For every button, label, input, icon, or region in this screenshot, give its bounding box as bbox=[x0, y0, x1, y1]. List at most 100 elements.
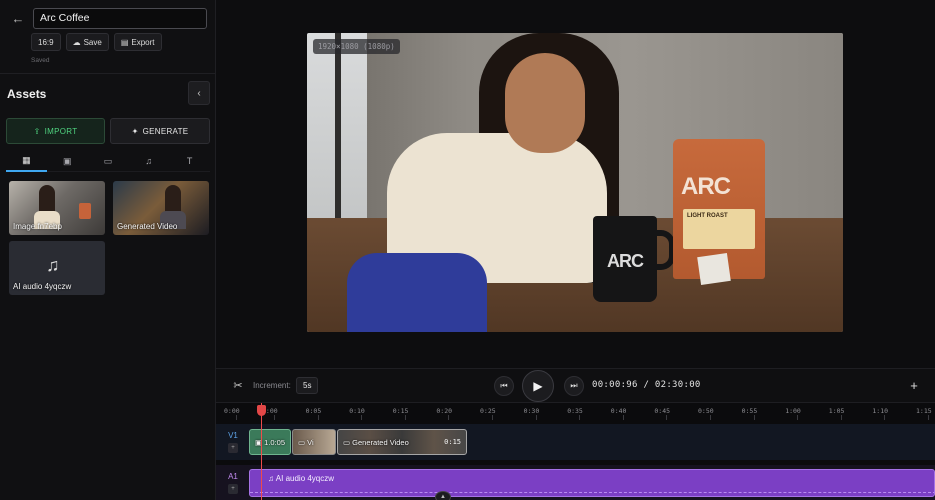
image-icon: ▣ bbox=[255, 438, 265, 447]
tab-images[interactable]: ▣ bbox=[46, 151, 88, 172]
asset-image-card[interactable]: Image fn7ebp bbox=[9, 181, 105, 235]
ruler-tick-label: 1:00 bbox=[785, 407, 801, 415]
ruler-tick-mark bbox=[404, 415, 406, 420]
ruler-tick-label: 1:05 bbox=[828, 407, 845, 415]
mug-logo-text: ARC bbox=[607, 251, 644, 271]
scene-person-face bbox=[505, 53, 585, 153]
track-header-a1: A1 + bbox=[222, 465, 244, 500]
ruler-tick-mark bbox=[361, 415, 363, 420]
ruler-tick-label: 1:15 bbox=[916, 407, 932, 415]
ruler-tick-label: 0:50 bbox=[698, 407, 714, 415]
playhead-line bbox=[261, 403, 262, 500]
timeline-clip-generated-video[interactable]: ▭ Generated Video 0:15 bbox=[337, 429, 467, 455]
track-name: A1 bbox=[228, 472, 238, 481]
add-to-track-icon[interactable]: + bbox=[228, 443, 238, 453]
skip-forward-icon: ⏭ bbox=[570, 381, 578, 390]
scene-sachet bbox=[697, 253, 731, 285]
ruler-tick-label: 0:05 bbox=[305, 407, 322, 415]
asset-label: AI audio 4yqczw bbox=[13, 282, 72, 291]
scene-mug-handle bbox=[653, 230, 675, 270]
play-icon: ▶ bbox=[533, 379, 543, 393]
audio-waveform bbox=[250, 492, 934, 493]
timeline-scroll-handle-icon[interactable]: ▲ bbox=[435, 491, 451, 500]
timeline-clip-video[interactable]: ▭ Vi bbox=[292, 429, 336, 455]
clip-label: ▭ Generated Video bbox=[343, 438, 409, 447]
skip-back-button[interactable]: ⏮ bbox=[494, 376, 514, 396]
bag-logo-text: ARC bbox=[681, 173, 731, 200]
audio-clip-label-text: AI audio 4yqczw bbox=[275, 474, 335, 483]
video-icon: ▭ bbox=[103, 155, 113, 166]
zoom-in-plus-icon[interactable]: + bbox=[906, 377, 922, 393]
save-button[interactable]: ☁ Save bbox=[65, 33, 109, 51]
ruler-tick-label: 0:00 bbox=[224, 407, 240, 415]
assets-heading: Assets bbox=[7, 87, 47, 101]
ruler-tick-mark bbox=[884, 415, 886, 420]
audio-clip-label: ♫ AI audio 4yqczw bbox=[268, 474, 334, 483]
split-scissors-icon[interactable]: ✂ bbox=[230, 377, 246, 393]
tab-audio[interactable]: ♫ bbox=[128, 151, 170, 172]
ruler-tick-label: 0:55 bbox=[741, 407, 758, 415]
ruler-tick-mark bbox=[448, 415, 450, 420]
generate-label: GENERATE bbox=[142, 126, 189, 136]
ruler-tick-label: 1:10 bbox=[872, 407, 889, 415]
import-label: IMPORT bbox=[44, 126, 78, 136]
video-icon: ▭ bbox=[343, 438, 353, 447]
increment-label: Increment: bbox=[253, 381, 291, 390]
timeline[interactable]: 0:00 0:00 0:05 0:10 0:15 0:20 0:25 0:30 0:35 0:40… bbox=[216, 402, 935, 500]
tab-videos[interactable]: ▭ bbox=[87, 151, 129, 172]
tab-all[interactable]: ▦ bbox=[6, 151, 47, 172]
ruler-tick-mark bbox=[274, 415, 275, 420]
bag-label-text: LIGHT ROAST bbox=[687, 213, 728, 219]
project-title-input[interactable] bbox=[33, 7, 207, 29]
project-toolbar: 16:9 ☁ Save ▤ Export bbox=[31, 33, 162, 51]
timecode: 00:00:96 / 02:30:00 bbox=[592, 380, 701, 390]
video-preview-canvas[interactable]: ARC ARC LIGHT ROAST 1920×1080 (1080p) bbox=[307, 33, 843, 332]
ruler-tick-mark bbox=[710, 415, 711, 420]
music-note-icon: ♫ bbox=[46, 255, 60, 275]
clip-label: ▭ Vi bbox=[298, 438, 314, 447]
add-to-track-icon[interactable]: + bbox=[228, 484, 238, 494]
ruler-tick-label: 0:35 bbox=[567, 407, 583, 415]
skip-back-icon: ⏮ bbox=[500, 381, 508, 390]
asset-audio-card[interactable]: ♫ AI audio 4yqczw bbox=[9, 241, 105, 295]
back-arrow-icon[interactable]: ← bbox=[8, 8, 28, 28]
generate-button[interactable]: ✦ GENERATE bbox=[110, 118, 210, 144]
ruler-tick-label: 0:30 bbox=[523, 407, 540, 415]
time-ruler[interactable]: 0:00 0:00 0:05 0:10 0:15 0:20 0:25 0:30 0:35 0:40… bbox=[216, 403, 935, 420]
asset-video-card[interactable]: Generated Video bbox=[113, 181, 209, 235]
skip-forward-button[interactable]: ⏭ bbox=[564, 376, 584, 396]
increment-select[interactable]: 5s bbox=[296, 377, 319, 394]
ruler-tick-mark bbox=[579, 415, 581, 420]
save-label: Save bbox=[83, 37, 102, 47]
ruler-tick-mark bbox=[236, 415, 237, 420]
ruler-tick-label: 0:10 bbox=[349, 407, 365, 415]
ruler-tick-mark bbox=[622, 415, 624, 420]
aspect-ratio-button[interactable]: 16:9 bbox=[31, 33, 61, 51]
ruler-tick-mark bbox=[492, 415, 493, 420]
music-note-icon: ♫ bbox=[268, 474, 276, 483]
play-button[interactable]: ▶ bbox=[522, 370, 554, 402]
resolution-badge: 1920×1080 (1080p) bbox=[313, 39, 400, 54]
text-icon: T bbox=[186, 156, 193, 166]
audio-track: A1 + ♫ AI audio 4yqczw bbox=[216, 465, 935, 500]
ruler-tick-label: 0:45 bbox=[654, 407, 671, 415]
timeline-clip-audio[interactable]: ♫ AI audio 4yqczw bbox=[249, 469, 935, 497]
tab-text[interactable]: T bbox=[169, 151, 210, 172]
import-button[interactable]: ⇪ IMPORT bbox=[6, 118, 105, 144]
track-header-v1: V1 + bbox=[222, 424, 244, 460]
increment-value: 5s bbox=[303, 381, 312, 390]
collapse-sidebar-button[interactable]: ‹ bbox=[188, 81, 210, 105]
ruler-tick-mark bbox=[753, 415, 755, 420]
project-header: ← bbox=[8, 7, 208, 29]
clip-label-text: Generated Video bbox=[352, 438, 409, 447]
timeline-clip-image[interactable]: ▣ 1.0:05 bbox=[249, 429, 291, 455]
ruler-tick-mark bbox=[840, 415, 842, 420]
playhead-handle[interactable] bbox=[257, 405, 266, 416]
asset-label: Generated Video bbox=[117, 222, 178, 231]
export-label: Export bbox=[131, 37, 155, 47]
current-time: 00:00:96 bbox=[592, 380, 638, 390]
video-editor-app: ← 16:9 ☁Save ▤Export Saved Assets ‹ ⇪ IM… bbox=[0, 0, 935, 500]
ruler-tick-mark bbox=[928, 415, 929, 420]
video-track: V1 + ▣ 1.0:05 ▭ Vi ▭ Generated Video 0:1… bbox=[216, 424, 935, 460]
export-button[interactable]: ▤ Export bbox=[113, 33, 162, 51]
